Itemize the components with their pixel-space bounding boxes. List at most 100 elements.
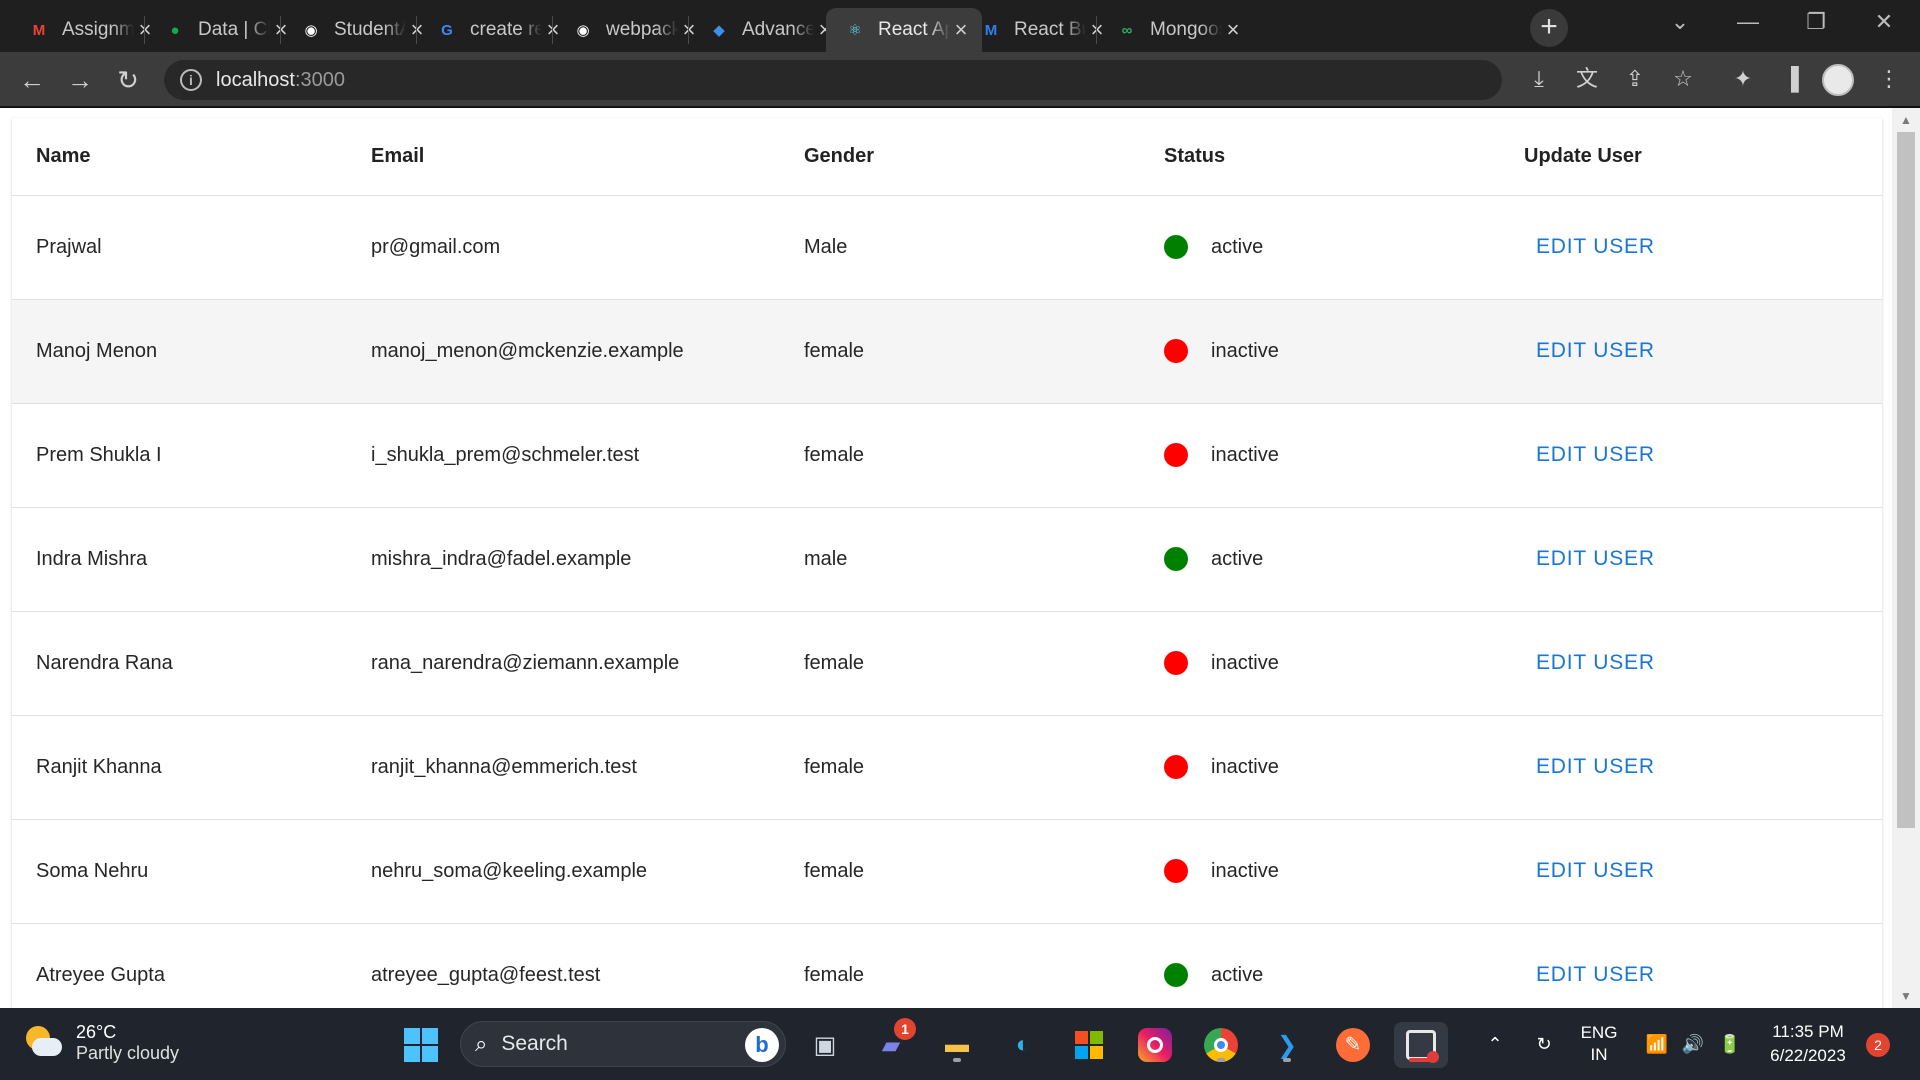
share-icon[interactable]: ⇪ (1618, 62, 1652, 96)
browser-tab[interactable]: MReact Bundle× (962, 8, 1118, 52)
table-row: Manoj Menon manoj_menon@mckenzie.example f… (12, 299, 1882, 404)
browser-tab[interactable]: ⚛React App× (826, 8, 982, 52)
volume-icon[interactable]: 🔊 (1676, 1008, 1710, 1080)
mui-icon: M (984, 21, 998, 39)
tab-separator (1096, 16, 1097, 44)
windows-taskbar: 26°C Partly cloudy ⌕ Search b ▣ ▰ 1 ▬ ◐ … (0, 1008, 1920, 1080)
site-info-icon[interactable]: i (180, 69, 202, 91)
scroll-down-arrow-icon[interactable]: ▼ (1892, 986, 1920, 1006)
bing-icon[interactable]: b (745, 1028, 779, 1062)
browser-tab[interactable]: ●Data | Cloud× (146, 8, 302, 52)
user-gender: Male (804, 195, 1164, 300)
status-dot-icon (1164, 235, 1188, 259)
edit-user-button[interactable]: EDIT USER (1524, 339, 1655, 362)
github-icon: ◉ (576, 22, 590, 39)
tab-separator (552, 16, 553, 44)
edit-user-button[interactable]: EDIT USER (1524, 235, 1655, 258)
tab-title: Advanced (742, 19, 814, 40)
user-name: Prajwal (12, 195, 371, 300)
taskbar-search-label: Search (501, 1032, 568, 1055)
wifi-icon[interactable]: 📶 (1640, 1008, 1674, 1080)
snipping-tool-icon[interactable] (1394, 1022, 1448, 1068)
close-tab-icon[interactable]: × (1222, 17, 1244, 43)
extensions-puzzle-icon[interactable]: ✦ (1726, 62, 1760, 96)
vscode-icon[interactable]: ❯ (1264, 1022, 1310, 1068)
tab-search-chevron-icon[interactable]: ⌄ (1646, 0, 1714, 44)
update-user-cell: EDIT USER (1524, 923, 1882, 1008)
status-dot-icon (1164, 443, 1188, 467)
edit-user-button[interactable]: EDIT USER (1524, 547, 1655, 570)
file-explorer-icon[interactable]: ▬ (934, 1022, 980, 1068)
status-dot-icon (1164, 339, 1188, 363)
install-app-icon[interactable]: ⤓ (1522, 62, 1556, 96)
react-icon: ⚛ (848, 22, 862, 39)
user-status-cell: active (1164, 507, 1524, 612)
user-email: i_shukla_prem@schmeler.test (371, 403, 804, 508)
forward-icon[interactable]: → (60, 60, 100, 100)
translate-icon[interactable]: 文 (1570, 62, 1604, 96)
browser-tab[interactable]: ∞ Mongoose× (1098, 8, 1254, 52)
language-indicator[interactable]: ENG IN (1576, 1008, 1622, 1080)
clock[interactable]: 11:35 PM 6/22/2023 (1758, 1008, 1858, 1080)
side-panel-icon[interactable]: ▐ (1774, 62, 1808, 96)
edit-user-button[interactable]: EDIT USER (1524, 443, 1655, 466)
browser-tab[interactable]: Gcreate react× (418, 8, 574, 52)
scrollbar-thumb[interactable] (1897, 132, 1915, 828)
postman-icon[interactable]: ✎ (1330, 1022, 1376, 1068)
browser-tab[interactable]: ◉webpack× (554, 8, 710, 52)
visual-studio-icon: ◆ (713, 22, 725, 39)
browser-tab[interactable]: ◆Advanced× (690, 8, 846, 52)
address-bar[interactable]: i localhost:3000 (164, 60, 1502, 100)
microsoft-store-icon[interactable] (1066, 1022, 1112, 1068)
user-name: Manoj Menon (12, 299, 371, 404)
minimize-button[interactable]: — (1714, 0, 1782, 44)
back-icon[interactable]: ← (12, 60, 52, 100)
gmail-icon: M (32, 21, 46, 39)
sync-icon[interactable]: ↻ (1526, 1008, 1562, 1080)
users-table-card: Name Email Gender Status Update User Pra… (12, 118, 1882, 1008)
user-status: active (1211, 547, 1264, 570)
close-window-button[interactable]: ✕ (1850, 0, 1918, 44)
profile-avatar[interactable] (1822, 64, 1854, 96)
user-email: rana_narendra@ziemann.example (371, 611, 804, 716)
bookmark-star-icon[interactable]: ☆ (1666, 62, 1700, 96)
table-row: Ranjit Khanna ranjit_khanna@emmerich.test… (12, 715, 1882, 820)
browser-tab[interactable]: MAssignment× (10, 8, 166, 52)
user-email: pr@gmail.com (371, 195, 804, 300)
url-port: :3000 (294, 68, 345, 91)
user-status-cell: inactive (1164, 299, 1524, 404)
teams-chat-icon[interactable]: ▰ 1 (868, 1018, 916, 1068)
instagram-icon[interactable] (1132, 1022, 1178, 1068)
user-email: atreyee_gupta@feest.test (371, 923, 804, 1008)
edit-user-button[interactable]: EDIT USER (1524, 755, 1655, 778)
user-gender: male (804, 507, 1164, 612)
tab-title: StudentApp (334, 19, 406, 40)
browser-tab[interactable]: ◉StudentApp× (282, 8, 438, 52)
new-tab-button[interactable]: + (1530, 9, 1568, 47)
table-row: Soma Nehru nehru_soma@keeling.example fema… (12, 819, 1882, 924)
edit-user-button[interactable]: EDIT USER (1524, 859, 1655, 882)
taskbar-search[interactable]: ⌕ Search b (460, 1021, 786, 1067)
menu-kebab-icon[interactable]: ⋮ (1872, 62, 1906, 96)
show-hidden-icons-chevron-icon[interactable]: ⌃ (1478, 1008, 1512, 1080)
restore-button[interactable]: ❐ (1782, 0, 1850, 44)
user-status-cell: inactive (1164, 611, 1524, 716)
scroll-up-arrow-icon[interactable]: ▲ (1892, 110, 1920, 130)
edit-user-button[interactable]: EDIT USER (1524, 651, 1655, 674)
chrome-icon[interactable] (1198, 1022, 1244, 1068)
reload-icon[interactable]: ↻ (108, 60, 148, 100)
vertical-scrollbar[interactable]: ▲ ▼ (1892, 108, 1920, 1008)
user-status: inactive (1211, 859, 1279, 882)
task-view-icon[interactable]: ▣ (802, 1022, 848, 1068)
notification-badge[interactable]: 2 (1866, 1033, 1890, 1057)
edge-browser-icon[interactable]: ◐ (1000, 1022, 1046, 1068)
battery-icon[interactable]: 🔋 (1712, 1008, 1748, 1080)
mongoose-icon: ∞ (1121, 21, 1133, 39)
windows-start-icon[interactable] (398, 1022, 444, 1068)
table-row: Atreyee Gupta atreyee_gupta@feest.test fem… (12, 923, 1882, 1008)
user-gender: female (804, 611, 1164, 716)
user-status-cell: inactive (1164, 819, 1524, 924)
edit-user-button[interactable]: EDIT USER (1524, 963, 1655, 986)
weather-widget[interactable]: 26°C Partly cloudy (24, 1022, 179, 1064)
tab-separator (416, 16, 417, 44)
